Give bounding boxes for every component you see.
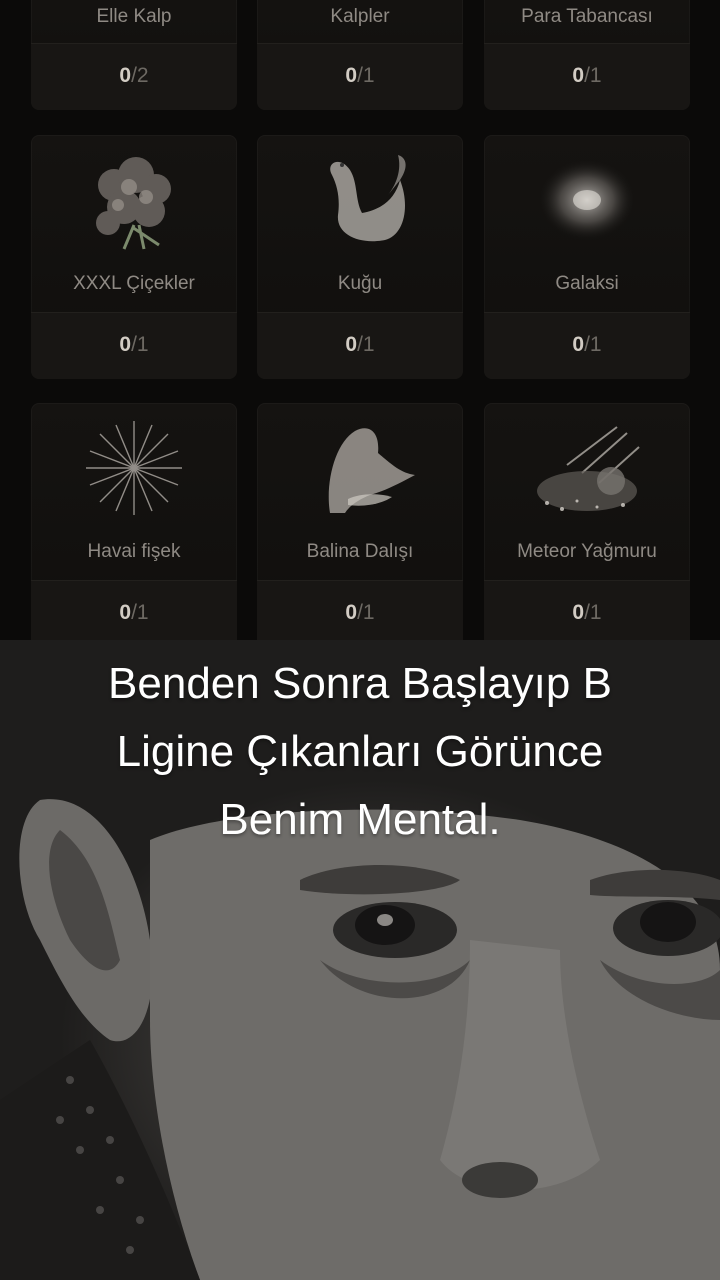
gift-counter: 0/1 — [345, 64, 375, 87]
swan-icon — [330, 155, 406, 242]
whale-icon — [328, 428, 415, 513]
gift-counter-box: 0/1 — [257, 580, 463, 640]
gift-name: Kuğu — [337, 273, 383, 294]
gift-name: Havai fişek — [87, 541, 181, 562]
gift-counter: 0/1 — [572, 601, 602, 624]
gift-name: Elle Kalp — [96, 6, 172, 27]
gift-name: Meteor Yağmuru — [517, 541, 657, 562]
gift-counter: 0/1 — [119, 333, 149, 356]
gift-counter-box: 0/1 — [31, 580, 237, 640]
gift-counter: 0/2 — [119, 64, 149, 87]
gift-card-kalpler[interactable]: Kalpler 0/1 — [257, 0, 463, 110]
gift-counter-box: 0/1 — [31, 312, 237, 379]
gift-card-havai-fisek[interactable]: Havai fişek 0/1 — [31, 403, 237, 640]
gift-name: Para Tabancası — [521, 6, 653, 27]
gift-card-meteor-yagmuru[interactable]: Meteor Yağmuru 0/1 — [484, 403, 690, 640]
gift-card-elle-kalp[interactable]: Elle Kalp 0/2 — [31, 0, 237, 110]
meme-caption: Benden Sonra Başlayıp B Ligine Çıkanları… — [30, 650, 690, 854]
gift-card-balina-dalisi[interactable]: Balina Dalışı 0/1 — [257, 403, 463, 640]
gift-counter-box: 0/1 — [257, 312, 463, 379]
meteor-icon — [537, 426, 640, 511]
gift-counter-box: 0/1 — [484, 43, 690, 110]
gift-name: Kalpler — [330, 6, 390, 27]
gift-counter-box: 0/1 — [257, 43, 463, 110]
gift-card-xxxl-cicekler[interactable]: XXXL Çiçekler 0/1 — [31, 135, 237, 379]
gift-counter: 0/1 — [345, 601, 375, 624]
gift-name: Balina Dalışı — [306, 541, 414, 562]
flowers-icon — [96, 157, 171, 250]
caption-line: Benim Mental. — [219, 795, 501, 844]
gift-counter-box: 0/1 — [484, 580, 690, 640]
gift-card-kugu[interactable]: Kuğu 0/1 — [257, 135, 463, 379]
gift-counter: 0/1 — [119, 601, 149, 624]
gift-counter-box: 0/2 — [31, 43, 237, 110]
gift-name: XXXL Çiçekler — [73, 273, 195, 294]
gift-counter: 0/1 — [572, 64, 602, 87]
galaxy-icon — [539, 160, 635, 240]
caption-line: Ligine Çıkanları Görünce — [116, 727, 604, 776]
meme-photo-area: Benden Sonra Başlayıp B Ligine Çıkanları… — [0, 640, 720, 1280]
caption-line: Benden Sonra Başlayıp B — [108, 659, 612, 708]
gift-counter-box: 0/1 — [484, 312, 690, 379]
fireworks-icon — [86, 421, 182, 515]
gift-card-galaksi[interactable]: Galaksi 0/1 — [484, 135, 690, 379]
gift-counter: 0/1 — [345, 333, 375, 356]
gift-grid-panel: Elle Kalp 0/2 Kalpler 0/1 Para Tabancası… — [0, 0, 720, 640]
gift-name: Galaksi — [555, 273, 619, 294]
gift-counter: 0/1 — [572, 333, 602, 356]
gift-card-para-tabancasi[interactable]: Para Tabancası 0/1 — [484, 0, 690, 110]
